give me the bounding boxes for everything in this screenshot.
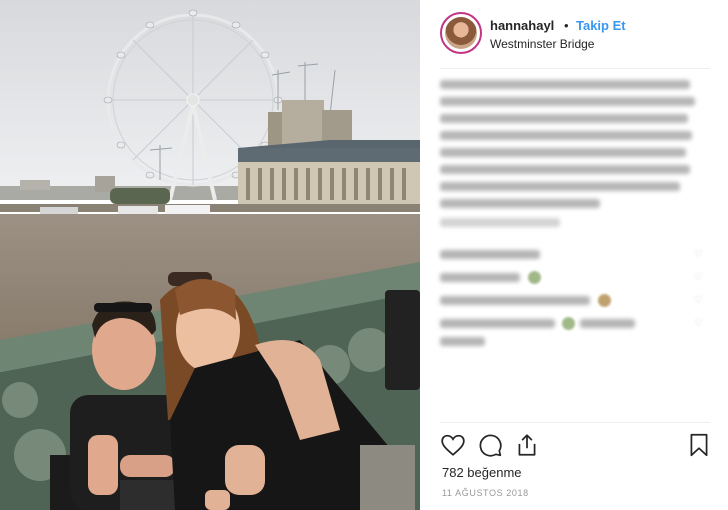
avatar-image <box>445 17 477 49</box>
share-icon[interactable] <box>514 432 540 458</box>
comment-item: ♡ <box>440 246 710 264</box>
comment-item <box>440 333 710 351</box>
header-divider <box>440 68 710 69</box>
follow-button[interactable]: Takip Et <box>576 18 626 33</box>
comment-like-icon[interactable]: ♡ <box>694 318 704 329</box>
comment-icon[interactable] <box>477 432 503 458</box>
actions-divider <box>440 422 710 423</box>
emoji-icon <box>562 317 575 330</box>
comment-item: ♡ <box>440 292 710 310</box>
likes-count[interactable]: 782 beğenme <box>442 465 522 480</box>
post-date: 11 AĞUSTOS 2018 <box>442 488 529 498</box>
avatar[interactable] <box>440 12 482 54</box>
comment-item: ♡ <box>440 315 710 333</box>
username[interactable]: hannahayl <box>490 18 554 33</box>
comment-like-icon[interactable]: ♡ <box>694 249 704 260</box>
post-photo[interactable] <box>0 0 420 510</box>
post-header: hannahayl • Takip Et Westminster Bridge <box>440 12 720 56</box>
comment-like-icon[interactable]: ♡ <box>694 295 704 306</box>
separator-dot: • <box>564 18 569 33</box>
post-sidebar: hannahayl • Takip Et Westminster Bridge … <box>428 0 728 510</box>
comment-item: ♡ <box>440 269 710 287</box>
bookmark-icon[interactable] <box>686 432 712 458</box>
location-link[interactable]: Westminster Bridge <box>490 37 594 51</box>
emoji-icon <box>528 271 541 284</box>
county-hall <box>238 140 420 208</box>
action-bar <box>440 432 712 458</box>
heart-icon[interactable] <box>440 432 466 458</box>
comment-like-icon[interactable]: ♡ <box>694 272 704 283</box>
caption-blurred <box>440 80 700 235</box>
emoji-icon <box>598 294 611 307</box>
